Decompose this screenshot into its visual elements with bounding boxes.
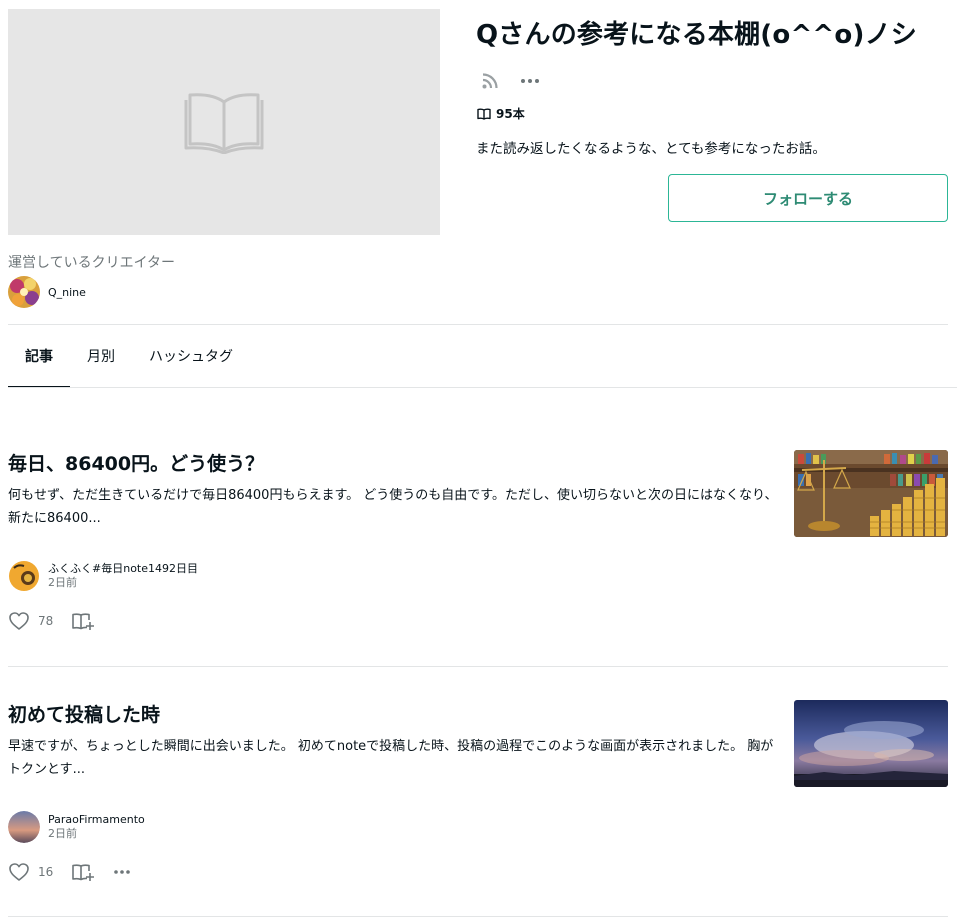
article-card[interactable]: 毎日、86400円。どう使う？ 何もせず、ただ生きているだけで毎日86400円も… xyxy=(8,450,948,640)
heart-icon xyxy=(9,863,29,881)
article-count: 95本 xyxy=(477,105,525,122)
author-avatar xyxy=(8,811,40,843)
more-options-icon[interactable] xyxy=(113,869,131,875)
article-author[interactable]: ParaoFirmamento 2日前 xyxy=(8,811,145,843)
article-actions: 16 xyxy=(8,862,131,882)
magazine-actions xyxy=(478,70,542,92)
tab-hashtags[interactable]: ハッシュタグ xyxy=(132,325,250,387)
tab-bar: 記事 月別 ハッシュタグ xyxy=(8,325,250,388)
article-actions: 78 xyxy=(8,611,95,631)
magazine-cover xyxy=(8,9,440,235)
like-count: 16 xyxy=(38,865,54,879)
creator-name: Q_nine xyxy=(48,285,86,299)
creator-avatar xyxy=(8,276,40,308)
post-time: 2日前 xyxy=(48,827,77,840)
magazine-description: また読み返したくなるような、とても参考になったお話。 xyxy=(476,141,826,157)
creator-label: 運営しているクリエイター xyxy=(8,255,176,271)
book-placeholder-icon xyxy=(184,93,264,154)
magazine-title: Qさんの参考になる本棚(o^^o)ノシ xyxy=(476,20,917,50)
post-time: 2日前 xyxy=(48,576,77,589)
article-card[interactable]: 初めて投稿した時 早速ですが、ちょっとした瞬間に出会いました。 初めてnoteで… xyxy=(8,700,948,891)
follow-button[interactable]: フォローする xyxy=(668,174,948,222)
article-author[interactable]: ふくふく#毎日note1492日目 2日前 xyxy=(8,560,198,592)
more-options-icon[interactable] xyxy=(518,70,542,92)
article-thumbnail[interactable] xyxy=(794,450,948,537)
article-excerpt: 早速ですが、ちょっとした瞬間に出会いました。 初めてnoteで投稿した時、投稿の… xyxy=(8,739,774,777)
open-book-icon xyxy=(477,107,491,120)
tabs-divider xyxy=(8,387,957,388)
article-thumbnail[interactable] xyxy=(794,700,948,787)
article-count-text: 95本 xyxy=(496,107,525,121)
like-button[interactable]: 16 xyxy=(8,862,53,882)
like-count: 78 xyxy=(38,614,54,628)
like-button[interactable]: 78 xyxy=(8,611,53,631)
author-avatar xyxy=(8,560,40,592)
heart-icon xyxy=(9,612,29,630)
article-title[interactable]: 毎日、86400円。どう使う？ xyxy=(8,450,264,478)
article-excerpt: 何もせず、ただ生きているだけで毎日86400円もらえます。 どう使うのも自由です… xyxy=(8,488,778,526)
article-title[interactable]: 初めて投稿した時 xyxy=(8,701,160,729)
add-to-magazine-icon[interactable] xyxy=(71,862,95,882)
article-divider xyxy=(8,666,948,667)
creator-link[interactable]: Q_nine xyxy=(8,276,86,308)
rss-icon[interactable] xyxy=(478,70,502,92)
add-to-magazine-icon[interactable] xyxy=(71,611,95,631)
author-name: ふくふく#毎日note1492日目 xyxy=(48,562,198,575)
author-name: ParaoFirmamento xyxy=(48,813,145,826)
tab-monthly[interactable]: 月別 xyxy=(70,325,132,387)
article-divider xyxy=(8,916,948,917)
tab-articles[interactable]: 記事 xyxy=(8,325,70,388)
